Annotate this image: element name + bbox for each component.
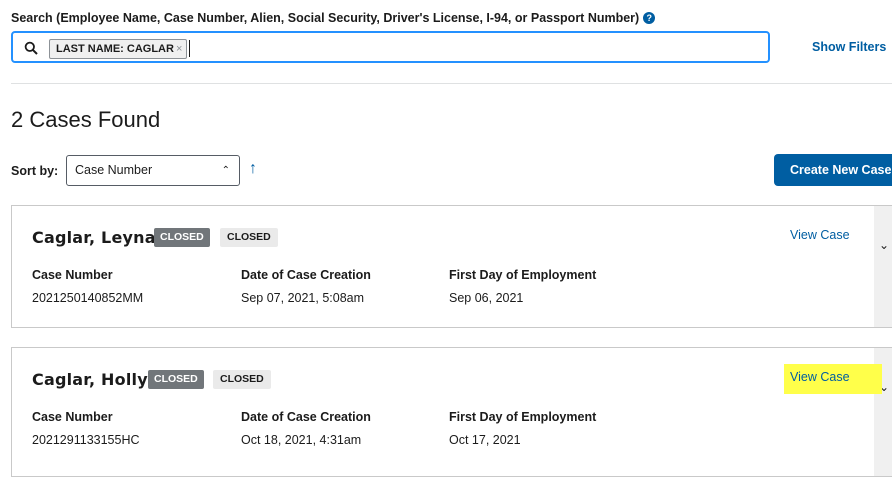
divider: [11, 83, 892, 84]
create-new-case-button[interactable]: Create New Case: [774, 154, 892, 186]
case-number-value: 2021291133155HC: [32, 433, 140, 447]
search-label: Search (Employee Name, Case Number, Alie…: [11, 11, 656, 25]
first-day-label: First Day of Employment: [449, 410, 597, 424]
creation-date-label: Date of Case Creation: [241, 268, 371, 282]
chevron-down-icon[interactable]: ⌄: [879, 238, 889, 252]
employee-name: Caglar, Holly: [32, 370, 148, 389]
creation-date-label: Date of Case Creation: [241, 410, 371, 424]
case-number-value: 2021250140852MM: [32, 291, 144, 305]
chip-remove-icon[interactable]: ×: [176, 43, 182, 55]
search-icon: [24, 41, 38, 55]
creation-date-value: Sep 07, 2021, 5:08am: [241, 291, 365, 305]
search-label-text: Search (Employee Name, Case Number, Alie…: [11, 11, 640, 25]
sort-select[interactable]: Case Number ⌃: [66, 155, 240, 186]
case-card: ⌄ Caglar, Leyna CLOSED CLOSED View Case …: [11, 205, 892, 328]
sort-label: Sort by:: [11, 164, 59, 178]
show-filters-link[interactable]: Show Filters: [812, 40, 886, 54]
status-text: CLOSED: [213, 370, 271, 389]
first-day-value: Oct 17, 2021: [449, 433, 521, 447]
sort-select-value: Case Number: [75, 163, 153, 177]
status-badge: CLOSED: [148, 370, 204, 389]
search-input[interactable]: LAST NAME: CAGLAR ×: [11, 31, 770, 63]
view-case-link[interactable]: View Case: [790, 228, 850, 242]
filter-chip-last-name: LAST NAME: CAGLAR ×: [49, 39, 188, 59]
employee-name: Caglar, Leyna: [32, 228, 156, 247]
case-number-label: Case Number: [32, 268, 113, 282]
results-count-title: 2 Cases Found: [11, 107, 161, 132]
first-day-label: First Day of Employment: [449, 268, 597, 282]
first-day-value: Sep 06, 2021: [449, 291, 524, 305]
status-badge: CLOSED: [154, 228, 210, 247]
text-cursor: [189, 40, 190, 57]
case-number-label: Case Number: [32, 410, 113, 424]
help-icon[interactable]: ?: [643, 12, 656, 24]
filter-chip-label: LAST NAME: CAGLAR: [56, 43, 174, 55]
creation-date-value: Oct 18, 2021, 4:31am: [241, 433, 362, 447]
select-chevron-icon: ⌃: [221, 165, 230, 176]
status-text: CLOSED: [220, 228, 278, 247]
card-expand-bar[interactable]: [874, 206, 892, 327]
case-card: ⌄ Caglar, Holly CLOSED CLOSED View Case …: [11, 347, 892, 477]
view-case-link[interactable]: View Case: [784, 364, 882, 394]
sort-direction-icon[interactable]: ↑: [249, 160, 257, 178]
